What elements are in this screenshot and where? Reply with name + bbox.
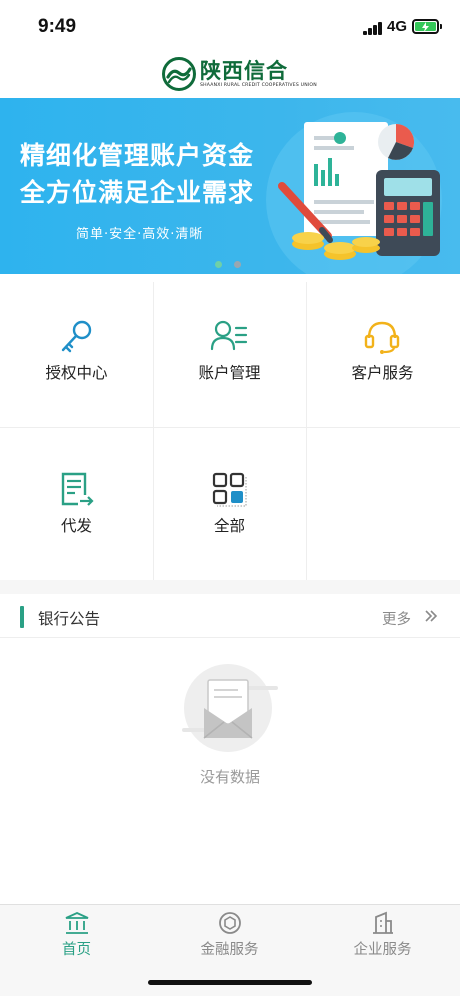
bank-notice-header: 银行公告 更多 [0,594,460,638]
payroll-document-icon [61,472,94,506]
signal-icon [363,22,383,35]
banner-headline-1: 精细化管理账户资金 [20,141,255,170]
tab-label: 企业服务 [353,942,412,958]
app-header: 陕西信合 SHAANXI RURAL CREDIT COOPERATIVES U… [0,54,460,98]
function-grid: 授权中心 账户管理 客户服务 代发 全部 [0,274,460,580]
logo-subtext: SHAANXI RURAL CREDIT COOPERATIVES UNION [200,83,317,88]
menu-label: 全部 [213,517,245,535]
menu-item-account-management[interactable]: 账户管理 [153,274,306,427]
menu-item-authorization[interactable]: 授权中心 [0,274,153,427]
menu-label: 授权中心 [45,364,108,382]
banner-subtitle: 简单·安全·高效·清晰 [76,227,204,242]
pagination-dot[interactable] [215,261,222,268]
banner-headline-2: 全方位满足企业需求 [20,178,255,207]
menu-label: 客户服务 [351,364,414,382]
headset-icon [364,321,400,354]
tab-enterprise-services[interactable]: 企业服务 [306,905,459,965]
logo: 陕西信合 SHAANXI RURAL CREDIT COOPERATIVES U… [162,57,317,91]
home-indicator [148,980,312,985]
menu-item-customer-service[interactable]: 客户服务 [306,274,459,427]
building-icon [373,911,393,934]
tab-home[interactable]: 首页 [0,905,153,965]
logo-mark-icon [162,57,196,91]
bank-icon [65,912,89,934]
menu-item-payroll[interactable]: 代发 [0,427,153,580]
battery-icon [412,19,439,34]
network-type: 4G [387,18,408,35]
empty-message: 没有数据 [199,768,260,786]
tab-label: 金融服务 [200,942,259,958]
battery-tip [440,24,442,29]
empty-state: 没有数据 [0,638,460,904]
section-title: 银行公告 [38,610,101,628]
all-grid-icon [212,472,247,507]
menu-label: 代发 [60,517,92,535]
menu-label: 账户管理 [198,364,261,382]
status-time: 9:49 [38,16,77,37]
key-icon [61,320,92,353]
finance-coin-icon [219,912,241,934]
tab-label: 首页 [62,942,91,958]
banner-illustration [266,112,442,274]
empty-mail-icon [182,664,278,752]
logo-text: 陕西信合 [200,59,288,83]
menu-item-all[interactable]: 全部 [153,427,306,580]
promo-banner[interactable]: 精细化管理账户资金 全方位满足企业需求 简单·安全·高效·清晰 [0,98,460,274]
double-chevron-right-icon[interactable] [424,606,438,626]
section-accent-bar [20,606,24,628]
tab-financial-services[interactable]: 金融服务 [153,905,306,965]
account-list-icon [210,320,248,351]
more-link[interactable]: 更多 [382,608,411,629]
banner-pagination[interactable] [215,261,241,268]
pagination-dot[interactable] [234,261,241,268]
status-bar: 9:49 4G [0,0,460,54]
